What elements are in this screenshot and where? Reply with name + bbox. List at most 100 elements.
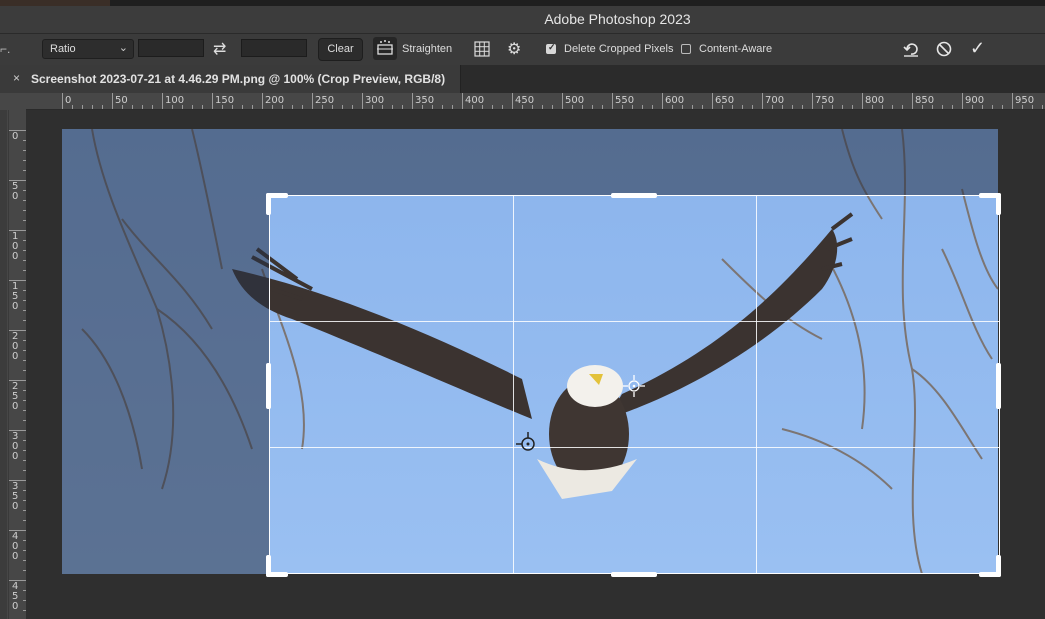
ruler-label: 300 (12, 431, 19, 462)
gear-icon[interactable]: ⚙ (507, 39, 521, 59)
ruler-minor-tick (482, 105, 483, 109)
ruler-minor-tick (742, 105, 743, 109)
grid-overlay-icon[interactable] (473, 40, 491, 63)
ruler-label: 400 (12, 531, 19, 562)
ruler-minor-tick (872, 105, 873, 109)
ruler-major-tick (362, 93, 363, 109)
ruler-minor-tick (422, 105, 423, 109)
document-tab[interactable]: × Screenshot 2023-07-21 at 4.46.29 PM.pn… (0, 65, 461, 93)
horizontal-ruler[interactable]: 0 50 100 150 200 250 300 350 400 450 500 550 600 650 7… (26, 93, 1045, 110)
canvas-area[interactable] (26, 110, 1045, 619)
ruler-corner[interactable] (0, 93, 27, 110)
ruler-left-strip (0, 110, 7, 619)
crop-handle-top-right-v[interactable] (996, 193, 1001, 215)
cancel-icon[interactable] (935, 40, 953, 63)
crop-handle-left[interactable] (266, 363, 271, 409)
ruler-minor-tick (592, 105, 593, 109)
straighten-label[interactable]: Straighten (402, 43, 452, 55)
ruler-major-tick (662, 93, 663, 109)
ruler-major-tick (512, 93, 513, 109)
ruler-major-tick (812, 93, 813, 109)
ruler-minor-tick (752, 105, 753, 109)
crop-handle-bottom[interactable] (611, 572, 657, 577)
crop-handle-bottom-right[interactable] (979, 572, 1001, 577)
ruler-major-tick (62, 93, 63, 109)
window-strip (0, 0, 1045, 6)
ruler-minor-tick (722, 105, 723, 109)
ruler-minor-tick (992, 105, 993, 109)
ruler-minor-tick (1042, 105, 1043, 109)
ruler-minor-tick (1032, 105, 1033, 109)
ruler-minor-tick (652, 105, 653, 109)
ruler-minor-tick (492, 105, 493, 109)
ruler-minor-tick (502, 105, 503, 109)
ruler-minor-tick (452, 105, 453, 109)
ruler-minor-tick (682, 105, 683, 109)
content-aware-label[interactable]: Content-Aware (699, 43, 772, 55)
ruler-minor-tick (352, 105, 353, 109)
straighten-icon[interactable] (373, 37, 397, 60)
crop-handle-top[interactable] (611, 193, 657, 198)
checkmark-icon[interactable]: ✓ (970, 38, 985, 59)
ruler-minor-tick (392, 105, 393, 109)
ruler-minor-tick (102, 105, 103, 109)
ruler-minor-tick (622, 105, 623, 109)
ruler-minor-tick (292, 105, 293, 109)
ruler-major-tick (262, 93, 263, 109)
ruler-minor-tick (132, 105, 133, 109)
swap-arrows-icon[interactable]: ⇄ (213, 39, 226, 59)
ruler-minor-tick (822, 105, 823, 109)
crop-grid-line (513, 196, 514, 573)
ruler-minor-tick (702, 105, 703, 109)
crop-target-icon (516, 432, 535, 451)
ruler-label: 100 (12, 231, 19, 262)
content-aware-checkbox[interactable] (681, 44, 691, 54)
title-bar: Adobe Photoshop 2023 (0, 0, 1045, 33)
ruler-minor-tick (542, 105, 543, 109)
vertical-ruler[interactable]: 0 50 100 150 200 250 300 350 400 450 (0, 110, 27, 619)
reset-icon[interactable] (902, 40, 920, 63)
ruler-minor-tick (902, 105, 903, 109)
crop-grid-line (756, 196, 757, 573)
ruler-minor-tick (572, 105, 573, 109)
ruler-major-tick (562, 93, 563, 109)
ruler-minor-tick (842, 105, 843, 109)
ruler-minor-tick (282, 105, 283, 109)
height-field[interactable] (241, 39, 307, 57)
delete-cropped-label[interactable]: Delete Cropped Pixels (564, 43, 673, 55)
ruler-minor-tick (602, 105, 603, 109)
ruler-minor-tick (642, 105, 643, 109)
ruler-major-tick (912, 93, 913, 109)
ruler-minor-tick (432, 105, 433, 109)
ruler-minor-tick (632, 105, 633, 109)
ruler-minor-tick (882, 105, 883, 109)
ratio-select[interactable]: Ratio ⌄ (42, 39, 134, 59)
ruler-minor-tick (172, 105, 173, 109)
ruler-minor-tick (332, 105, 333, 109)
crop-handle-top-left-v[interactable] (266, 193, 271, 215)
ruler-minor-tick (982, 105, 983, 109)
ruler-minor-tick (472, 105, 473, 109)
ruler-minor-tick (692, 105, 693, 109)
ruler-minor-tick (932, 105, 933, 109)
app-title: Adobe Photoshop 2023 (544, 11, 691, 27)
ruler-minor-tick (182, 105, 183, 109)
delete-cropped-checkbox[interactable] (546, 42, 556, 54)
width-field[interactable] (138, 39, 204, 57)
clear-button[interactable]: Clear (318, 38, 363, 61)
ruler-minor-tick (252, 105, 253, 109)
close-icon[interactable]: × (13, 71, 20, 85)
ruler-minor-tick (82, 105, 83, 109)
ruler-minor-tick (952, 105, 953, 109)
ruler-label: 350 (12, 481, 19, 512)
crop-tool-preset-icon[interactable]: ⌐. (0, 42, 10, 56)
crop-handle-bottom-left[interactable] (266, 572, 288, 577)
crop-shield-left (62, 196, 269, 574)
ruler-major-tick (1012, 93, 1013, 109)
ruler-minor-tick (302, 105, 303, 109)
ruler-minor-tick (382, 105, 383, 109)
ruler-minor-tick (972, 105, 973, 109)
ruler-minor-tick (272, 105, 273, 109)
ruler-minor-tick (852, 105, 853, 109)
crop-handle-right[interactable] (996, 363, 1001, 409)
